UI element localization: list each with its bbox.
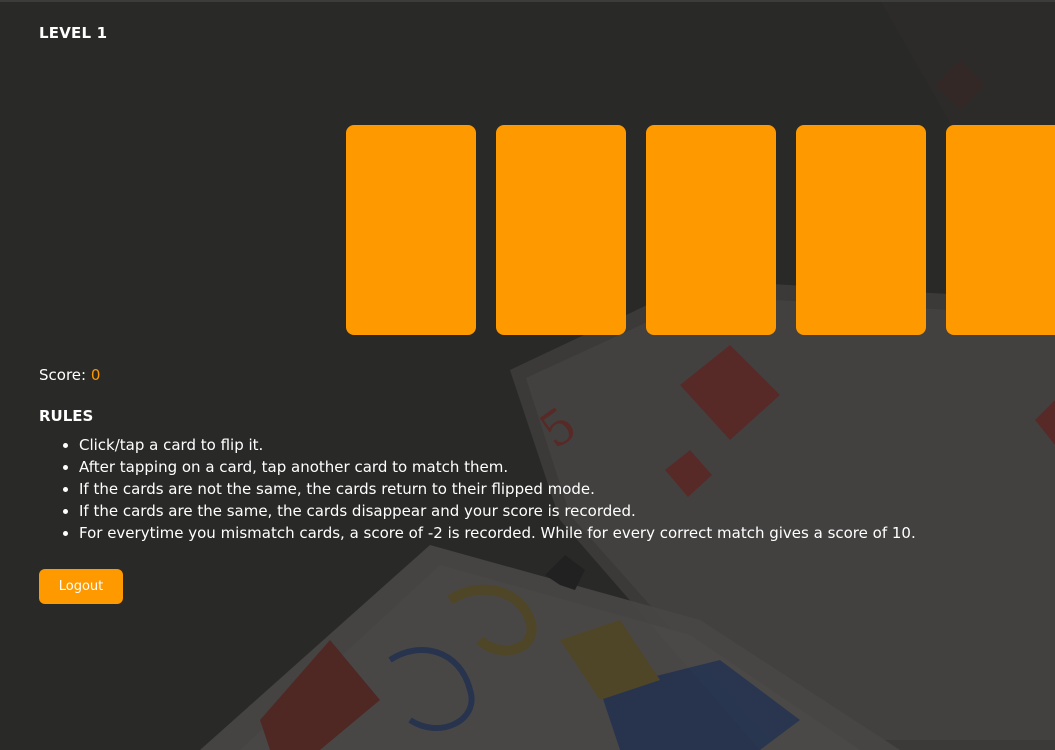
rule-item: If the cards are the same, the cards dis… (79, 500, 979, 522)
card-4[interactable] (796, 125, 926, 335)
card-board (346, 125, 1055, 335)
rules-list: Click/tap a card to flip it. After tappi… (39, 434, 979, 544)
card-1[interactable] (346, 125, 476, 335)
background-playing-cards-image: 5 (0, 0, 1055, 750)
rule-item: After tapping on a card, tap another car… (79, 456, 979, 478)
rule-item: If the cards are not the same, the cards… (79, 478, 979, 500)
level-title: LEVEL 1 (39, 24, 108, 42)
card-5[interactable] (946, 125, 1055, 335)
top-border (0, 0, 1055, 2)
score-label: Score: (39, 366, 91, 384)
logout-button[interactable]: Logout (39, 569, 123, 604)
rules-title: RULES (39, 407, 94, 425)
card-3[interactable] (646, 125, 776, 335)
score-value: 0 (90, 366, 101, 384)
card-2[interactable] (496, 125, 626, 335)
rule-item: Click/tap a card to flip it. (79, 434, 979, 456)
score-display: Score: 0 (39, 366, 100, 384)
rule-item: For everytime you mismatch cards, a scor… (79, 522, 979, 544)
